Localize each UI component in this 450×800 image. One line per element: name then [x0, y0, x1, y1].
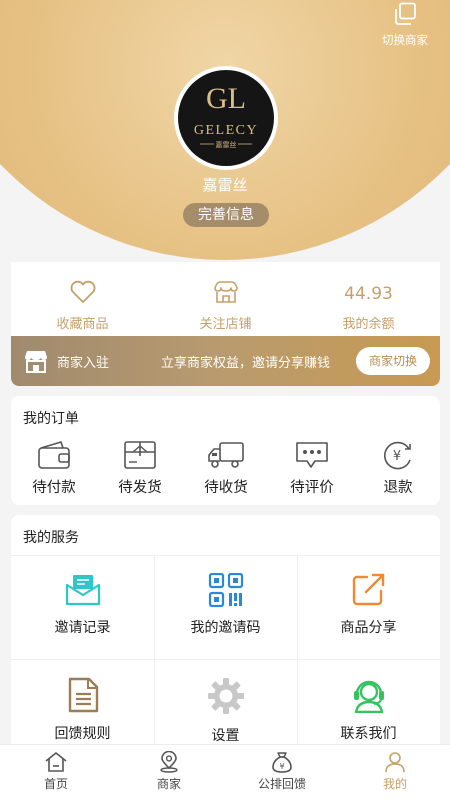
service-label: 邀请记录 [54, 620, 111, 636]
share-icon [297, 573, 440, 607]
order-label: 待付款 [32, 480, 76, 496]
order-label: 待发货 [118, 480, 162, 496]
stats-card: 收藏商品 关注店铺 44.93 我的余额 商家入驻 立享商家权益，邀请分享赚钱 … [11, 262, 440, 386]
merchant-join-desc: 立享商家权益，邀请分享赚钱 [161, 356, 331, 371]
heart-icon [69, 280, 97, 308]
complete-info-button[interactable]: 完善信息 [183, 203, 269, 227]
storefront-icon [23, 348, 49, 378]
tab-merchant[interactable]: 商家 [113, 751, 225, 792]
service-contact-us[interactable]: 联系我们 [297, 660, 440, 755]
switch-copy-icon [370, 2, 440, 26]
svg-text:嘉雷丝: 嘉雷丝 [216, 140, 237, 149]
service-label: 回馈规则 [54, 726, 111, 742]
avatar[interactable]: GL GELECY 嘉雷丝 [174, 66, 278, 170]
refund-yen-icon: ¥ [355, 440, 441, 470]
service-label: 我的邀请码 [190, 620, 261, 636]
balance-value: 44.93 [344, 284, 393, 304]
follow-shop-stat[interactable]: 关注店铺 [154, 280, 297, 332]
tab-mine[interactable]: 我的 [339, 751, 450, 792]
favorites-label: 收藏商品 [56, 317, 109, 332]
document-icon [11, 677, 154, 713]
service-label: 商品分享 [340, 620, 397, 636]
svg-text:¥: ¥ [279, 762, 284, 771]
follow-shop-label: 关注店铺 [199, 317, 252, 332]
money-bag-icon: ¥ [226, 751, 338, 773]
service-label: 设置 [211, 728, 240, 744]
location-pin-icon [113, 751, 225, 773]
my-orders-card: 我的订单 待付款 待发货 待收货 待评价 ¥ 退款 [11, 396, 440, 505]
qr-code-icon [154, 573, 297, 607]
tab-label: 首页 [43, 777, 68, 791]
gelecy-logo: GL GELECY 嘉雷丝 [194, 82, 258, 149]
switch-merchant-button[interactable]: 切换商家 [370, 2, 440, 48]
services-grid: 邀请记录 我的邀请码 商品分享 回馈规则 设置 联系我们 [11, 555, 440, 755]
tab-label: 我的 [382, 777, 407, 791]
tab-home[interactable]: 首页 [0, 751, 112, 792]
order-to-receive[interactable]: 待收货 [183, 440, 269, 497]
svg-text:¥: ¥ [393, 449, 401, 464]
svg-text:GELECY: GELECY [194, 123, 258, 138]
tab-queue-feedback[interactable]: ¥ 公排回馈 [226, 751, 338, 792]
order-label: 待收货 [204, 480, 248, 496]
order-label: 待评价 [290, 480, 334, 496]
order-label: 退款 [383, 480, 413, 496]
balance-stat[interactable]: 44.93 我的余额 [297, 280, 440, 332]
gear-icon [154, 677, 297, 715]
tab-label: 商家 [156, 777, 181, 791]
service-feedback-rules[interactable]: 回馈规则 [11, 660, 154, 755]
truck-icon [183, 440, 269, 470]
orders-title: 我的订单 [23, 411, 79, 427]
envelope-icon [11, 573, 154, 607]
order-refund[interactable]: ¥ 退款 [355, 440, 441, 497]
order-to-ship[interactable]: 待发货 [97, 440, 183, 497]
service-settings[interactable]: 设置 [154, 660, 297, 755]
chat-bubble-icon [269, 440, 355, 470]
switch-merchant-label: 切换商家 [382, 33, 428, 47]
service-label: 联系我们 [340, 726, 397, 742]
tab-label: 公排回馈 [257, 777, 306, 791]
service-product-share[interactable]: 商品分享 [297, 556, 440, 659]
balance-label: 我的余额 [342, 317, 395, 332]
svg-text:GL: GL [206, 82, 246, 115]
my-services-card: 我的服务 邀请记录 我的邀请码 商品分享 回馈规则 设置 联系我们 [11, 515, 440, 755]
order-pending-payment[interactable]: 待付款 [11, 440, 97, 497]
service-invite-code[interactable]: 我的邀请码 [154, 556, 297, 659]
customer-service-icon [297, 677, 440, 713]
order-to-review[interactable]: 待评价 [269, 440, 355, 497]
bottom-tab-bar: 首页 商家 ¥ 公排回馈 我的 [0, 744, 450, 800]
box-icon [97, 440, 183, 470]
favorites-stat[interactable]: 收藏商品 [11, 280, 154, 332]
wallet-icon [11, 440, 97, 470]
shop-icon [212, 280, 240, 308]
merchant-join-bar[interactable]: 商家入驻 立享商家权益，邀请分享赚钱 商家切换 [11, 336, 440, 386]
merchant-switch-button[interactable]: 商家切换 [356, 347, 430, 375]
profile-header: 切换商家 GL GELECY 嘉雷丝 嘉雷丝 完善信息 [0, 0, 450, 262]
services-title: 我的服务 [23, 530, 79, 546]
username: 嘉雷丝 [202, 176, 248, 194]
service-invite-records[interactable]: 邀请记录 [11, 556, 154, 659]
home-icon [0, 751, 112, 773]
user-icon [339, 751, 450, 773]
merchant-join-title: 商家入驻 [57, 356, 110, 371]
